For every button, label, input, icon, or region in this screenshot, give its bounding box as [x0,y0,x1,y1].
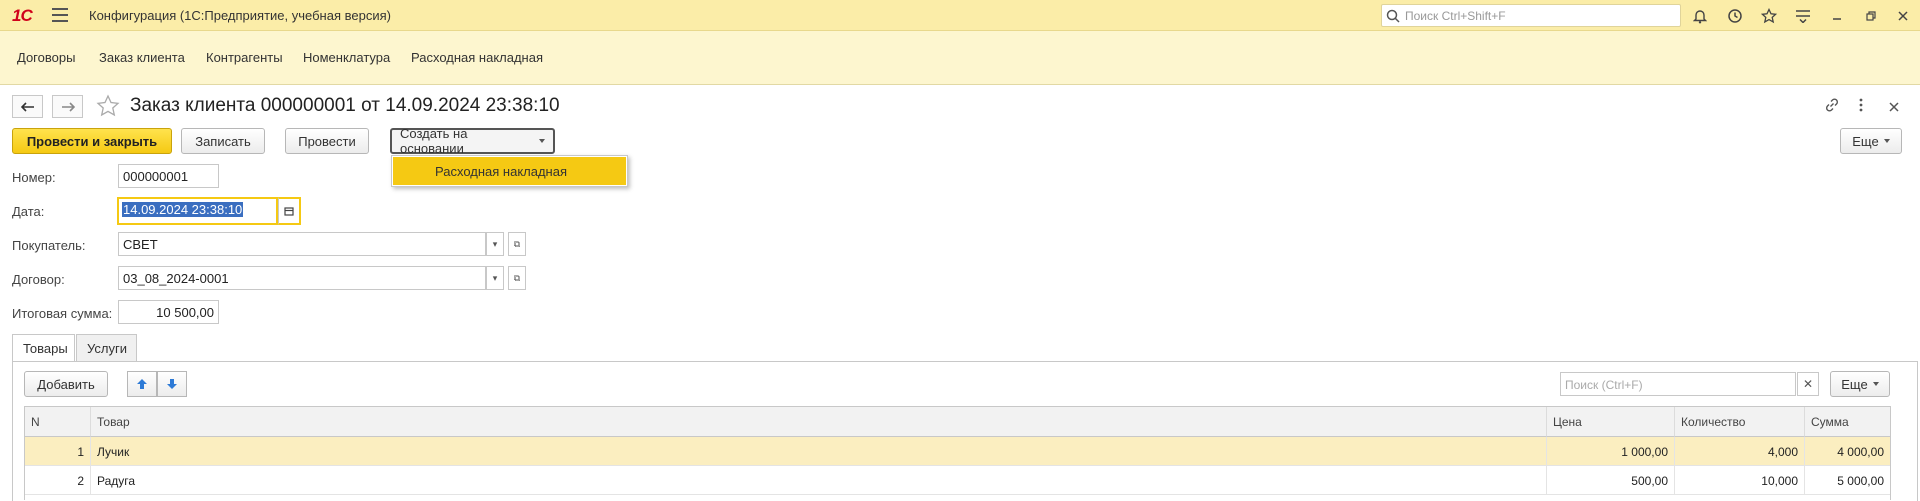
back-button[interactable] [12,95,43,118]
contract-dropdown-icon[interactable]: ▾ [486,266,504,290]
document-title: Заказ клиента 000000001 от 14.09.2024 23… [130,95,560,116]
contract-field[interactable]: 03_08_2024-0001 [118,266,486,290]
section-client-order[interactable]: Заказ клиента [99,50,185,65]
create-based-on-button[interactable]: Создать на основании [390,126,555,156]
star-icon[interactable] [1759,6,1779,26]
more-actions-icon[interactable] [1858,97,1864,116]
search-icon [1386,9,1400,23]
arrow-up-icon [137,379,147,389]
title-bar: 1С Конфигурация (1С:Предприятие, учебная… [0,0,1920,31]
clear-search-icon[interactable]: ✕ [1797,372,1819,396]
post-button[interactable]: Провести [285,128,369,154]
column-header-n[interactable]: N [25,407,91,437]
column-header-price[interactable]: Цена [1547,407,1675,437]
goods-table: N Товар Цена Количество Сумма 1 Лучик 1 … [24,406,1891,500]
add-row-button[interactable]: Добавить [24,371,108,397]
table-more-label: Еще [1841,376,1868,392]
cell-quantity: 10,000 [1675,466,1805,495]
settings-menu-icon[interactable] [1793,6,1813,26]
sections-panel: Договоры Заказ клиента Контрагенты Номен… [0,31,1920,85]
table-more-button[interactable]: Еще [1830,371,1890,397]
forward-button[interactable] [52,95,83,118]
cell-n: 1 [25,437,91,466]
global-search-input[interactable]: Поиск Ctrl+Shift+F [1381,4,1681,27]
minimize-icon[interactable] [1827,6,1847,26]
total-field: 10 500,00 [118,300,219,324]
favorite-star-icon[interactable] [96,94,120,121]
buyer-label: Покупатель: [12,238,86,253]
arrow-right-icon [61,101,75,112]
buyer-open-icon[interactable]: ⧉ [508,232,526,256]
move-down-button[interactable] [157,371,187,397]
tab-services[interactable]: Услуги [76,334,137,362]
create-based-on-label: Создать на основании [400,126,468,156]
cell-quantity: 4,000 [1675,437,1805,466]
create-based-on-menu: Расходная накладная [391,155,628,187]
calendar-icon[interactable] [278,197,301,225]
column-header-sum[interactable]: Сумма [1805,407,1890,437]
date-field[interactable]: 14.09.2024 23:38:10 [117,197,278,225]
table-search-input[interactable]: Поиск (Ctrl+F) [1560,372,1796,396]
cell-item: Лучик [91,437,1547,466]
section-counterparties[interactable]: Контрагенты [206,50,283,65]
section-sales-invoice[interactable]: Расходная накладная [411,50,543,65]
close-window-icon[interactable] [1893,6,1913,26]
cell-item: Радуга [91,466,1547,495]
more-button-label: Еще [1852,133,1879,149]
move-up-button[interactable] [127,371,157,397]
history-icon[interactable] [1725,6,1745,26]
bell-icon[interactable] [1690,6,1710,26]
arrow-left-icon [20,101,34,112]
main-menu-icon[interactable] [52,8,68,22]
app-logo: 1С [12,6,33,25]
menu-item-sales-invoice[interactable]: Расходная накладная [393,157,626,185]
post-and-close-button[interactable]: Провести и закрыть [12,128,172,154]
more-button[interactable]: Еще [1840,128,1902,154]
app-title: Конфигурация (1С:Предприятие, учебная ве… [89,8,391,23]
contract-label: Договор: [12,272,65,287]
column-header-item[interactable]: Товар [91,407,1547,437]
section-nomenclature[interactable]: Номенклатура [303,50,390,65]
buyer-field[interactable]: СВЕТ [118,232,486,256]
column-header-quantity[interactable]: Количество [1675,407,1805,437]
cell-price: 500,00 [1547,466,1675,495]
global-search-placeholder: Поиск Ctrl+Shift+F [1405,9,1506,23]
chevron-down-icon [539,139,545,143]
number-field[interactable]: 000000001 [118,164,219,188]
total-label: Итоговая сумма: [12,306,113,321]
contract-open-icon[interactable]: ⧉ [508,266,526,290]
date-label: Дата: [12,204,45,219]
arrow-down-icon [167,379,177,389]
date-value: 14.09.2024 23:38:10 [122,202,244,217]
restore-icon[interactable] [1861,6,1881,26]
close-form-icon[interactable] [1889,100,1899,115]
cell-sum: 4 000,00 [1805,437,1890,466]
cell-price: 1 000,00 [1547,437,1675,466]
buyer-dropdown-icon[interactable]: ▾ [486,232,504,256]
tab-goods[interactable]: Товары [12,334,75,362]
chevron-down-icon [1883,139,1890,143]
save-button[interactable]: Записать [181,128,265,154]
section-contracts[interactable]: Договоры [17,50,75,65]
number-label: Номер: [12,170,56,185]
chevron-down-icon [1872,382,1879,386]
cell-n: 2 [25,466,91,495]
link-icon[interactable] [1824,97,1840,116]
cell-sum: 5 000,00 [1805,466,1890,495]
